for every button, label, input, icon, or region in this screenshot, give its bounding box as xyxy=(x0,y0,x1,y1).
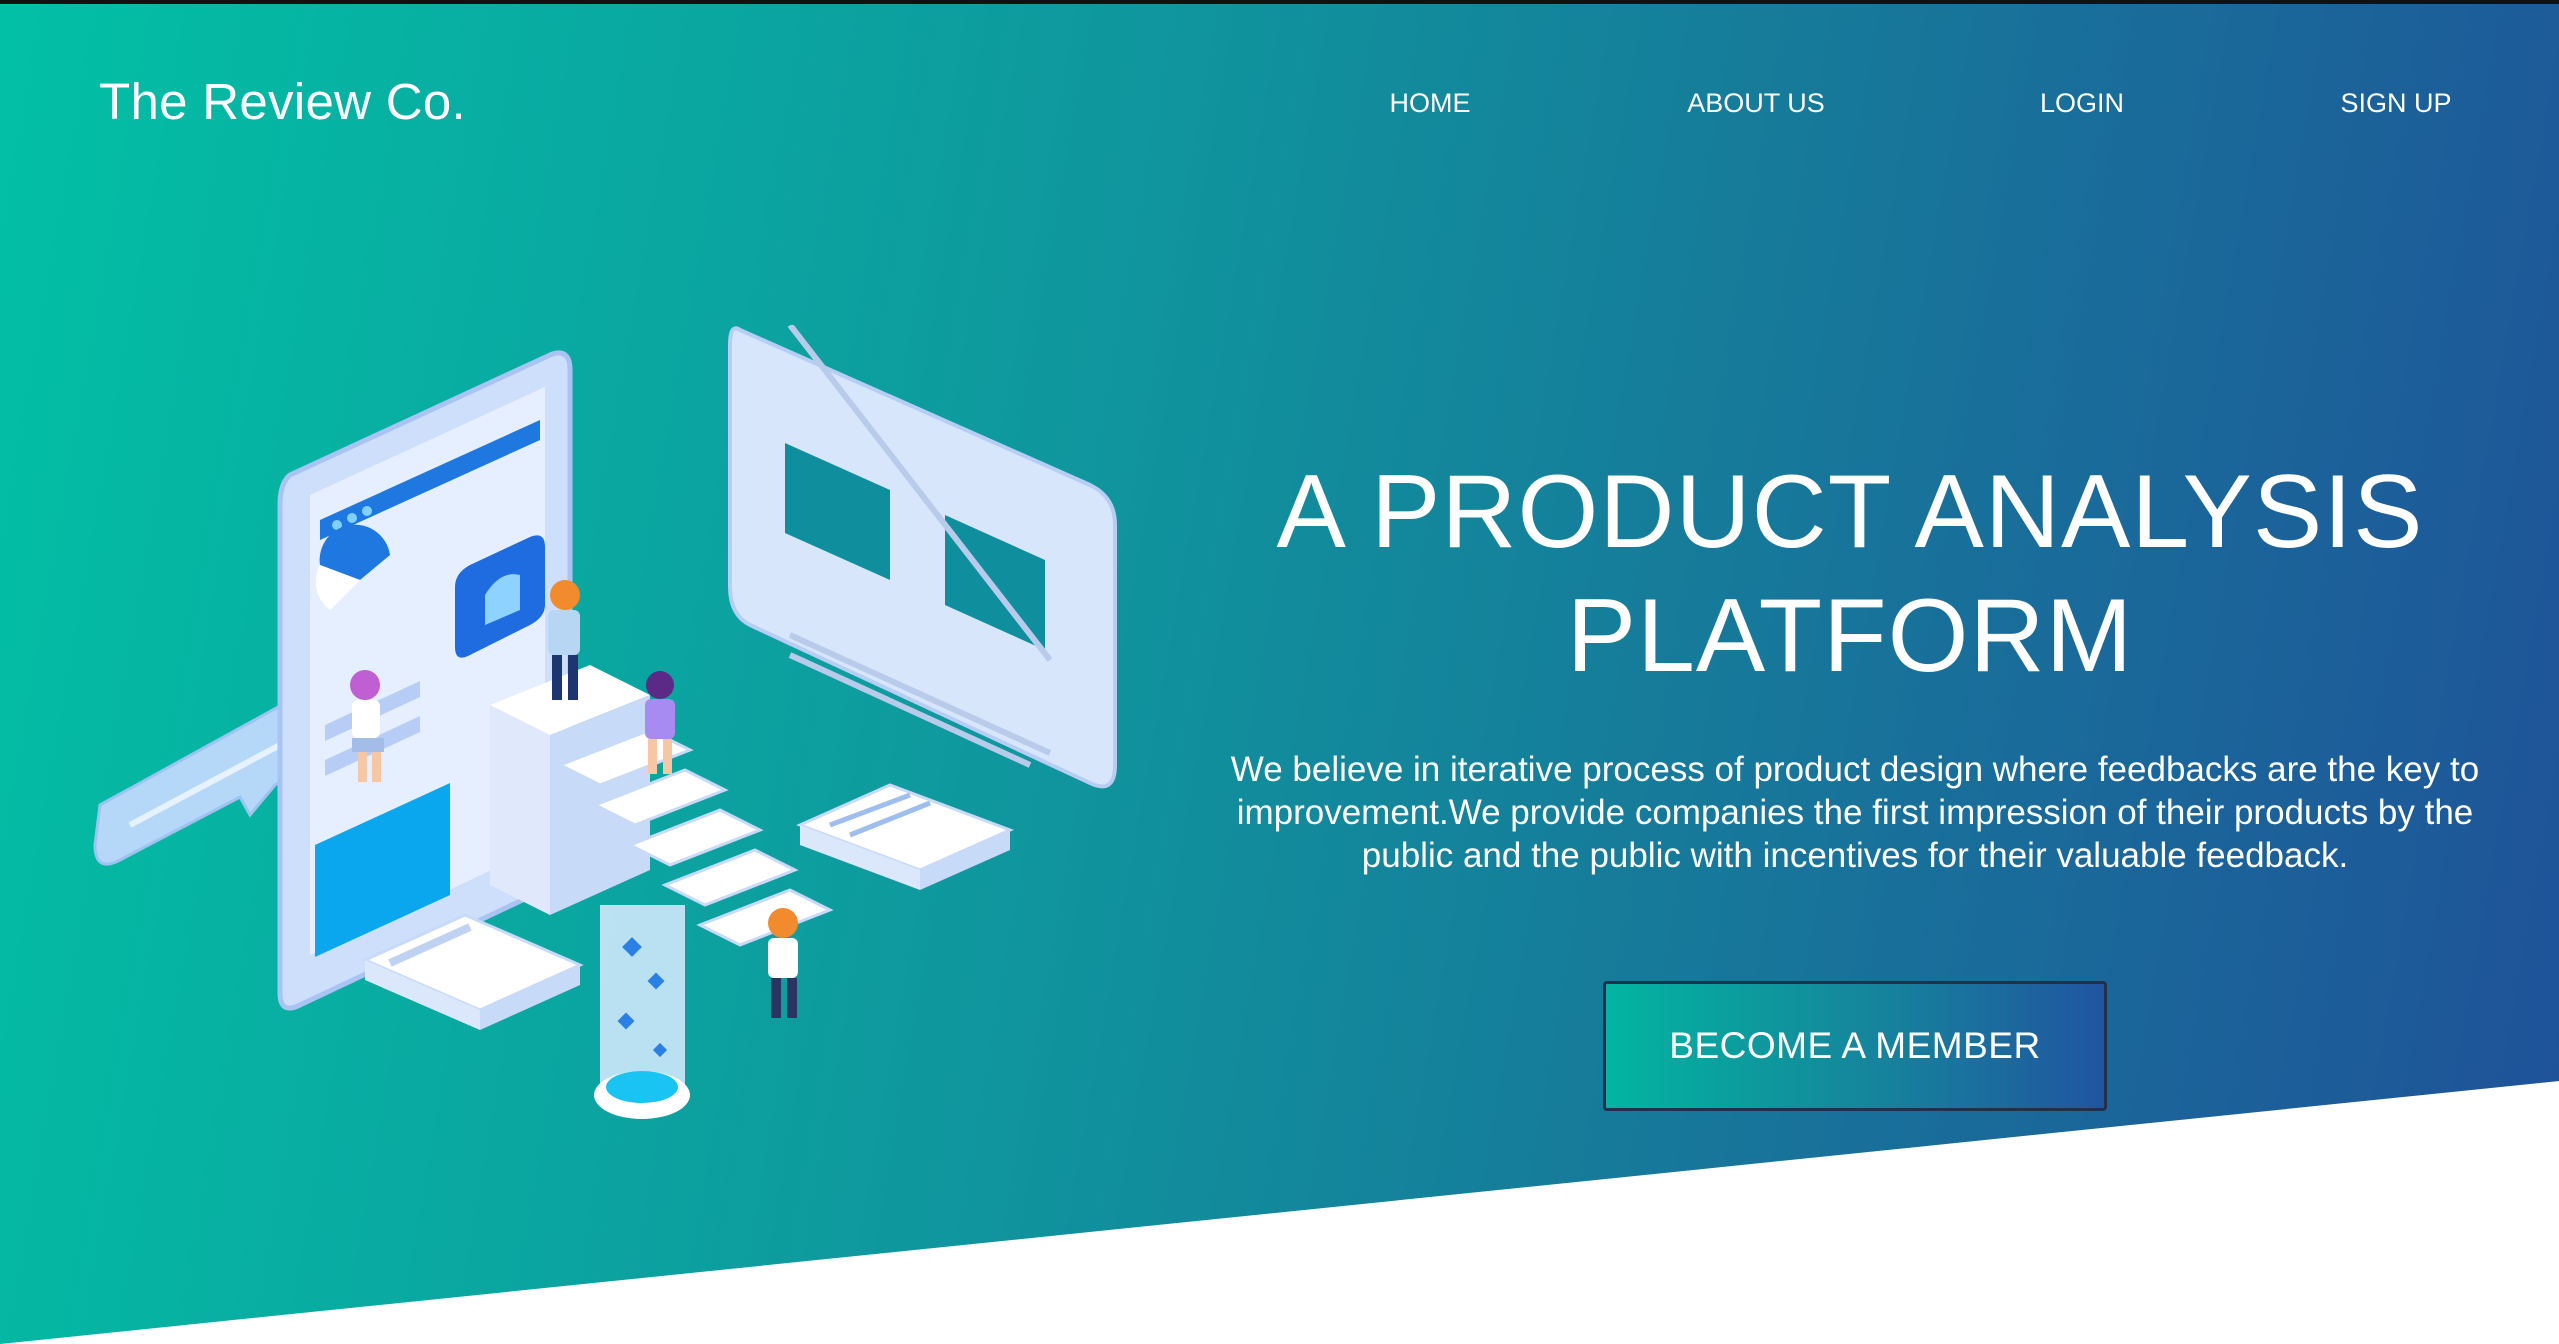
floating-screen-panel xyxy=(728,325,1117,789)
person-walking xyxy=(768,908,798,1018)
phone-device xyxy=(277,350,573,1011)
nav-login-link[interactable]: LOGIN xyxy=(2040,88,2124,119)
nav-about-link[interactable]: ABOUT US xyxy=(1687,88,1825,119)
become-member-button[interactable]: BECOME A MEMBER xyxy=(1603,981,2107,1111)
data-column xyxy=(594,905,690,1119)
pedestal xyxy=(490,665,650,915)
hero-title: A PRODUCT ANALYSIS PLATFORM xyxy=(1276,454,2424,694)
hero-description: We believe in iterative process of produ… xyxy=(1230,750,2480,875)
document-stack-right xyxy=(796,783,1014,890)
nav-home-link[interactable]: HOME xyxy=(1390,88,1471,119)
hero-illustration xyxy=(93,325,1117,1119)
main-nav: HOME ABOUT US LOGIN SIGN UP xyxy=(0,88,2559,128)
top-strip xyxy=(0,0,2559,4)
nav-signup-link[interactable]: SIGN UP xyxy=(2340,88,2451,119)
